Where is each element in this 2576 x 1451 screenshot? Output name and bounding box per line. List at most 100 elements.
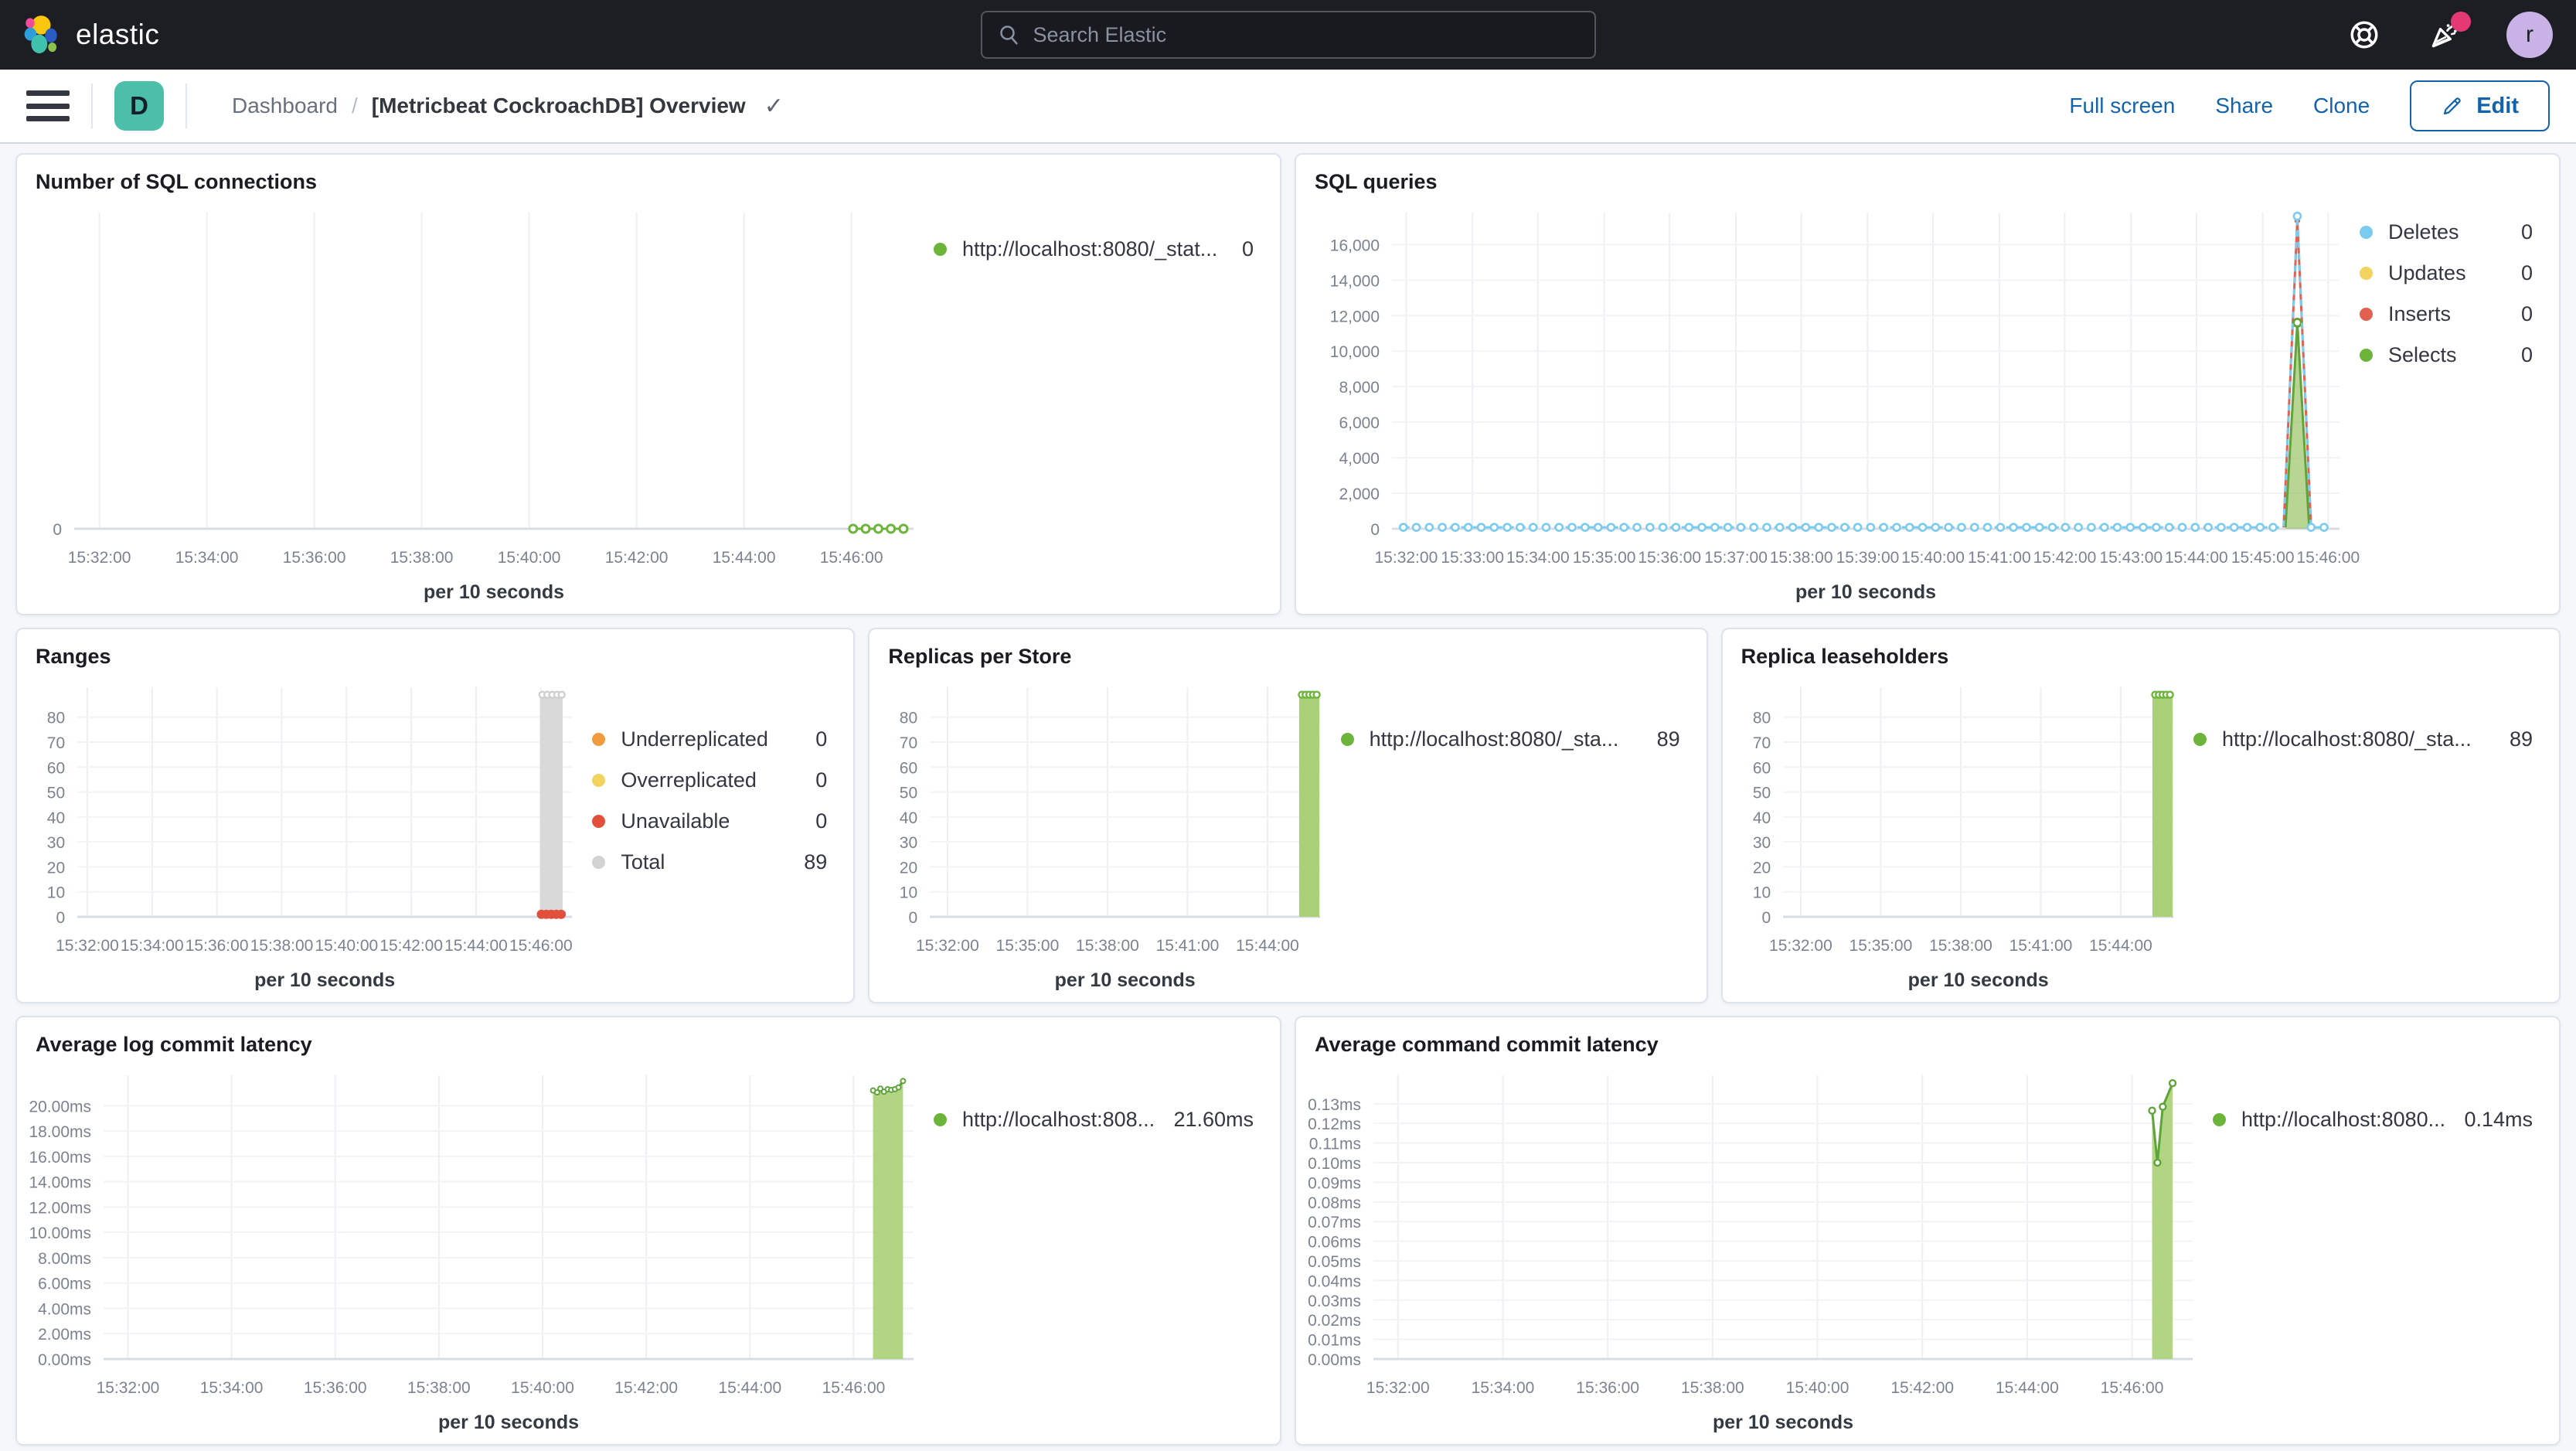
space-switcher[interactable]: D (114, 81, 164, 131)
svg-text:15:37:00: 15:37:00 (1704, 549, 1768, 567)
legend-series-value: 0 (1241, 237, 1254, 261)
svg-text:70: 70 (1752, 734, 1770, 752)
log-commit-latency-chart[interactable]: 0.00ms 2.00ms 4.00ms 6.00ms 8.00ms 10.00ms 12.… (23, 1060, 934, 1438)
panel-replicas-per-store: Replicas per Store 0 10 20 30 40 50 60 70 80 15:3… (868, 628, 1708, 1003)
help-button[interactable] (2346, 16, 2383, 53)
svg-text:10.00ms: 10.00ms (29, 1224, 91, 1242)
legend-series-dot (2193, 733, 2207, 746)
legend-series-value: 0 (2520, 302, 2533, 325)
legend-item[interactable]: Underreplicated 0 (592, 727, 827, 751)
legend-item[interactable]: Unavailable 0 (592, 809, 827, 833)
svg-text:10: 10 (47, 884, 65, 902)
replicas-per-store-chart[interactable]: 0 10 20 30 40 50 60 70 80 15:32:00 15:35:00 15:38:0… (876, 672, 1340, 996)
svg-text:15:46:00: 15:46:00 (820, 549, 883, 567)
svg-text:per 10 seconds: per 10 seconds (424, 581, 564, 603)
clone-button[interactable]: Clone (2313, 94, 2370, 118)
svg-text:0.11ms: 0.11ms (1309, 1136, 1361, 1153)
svg-text:15:40:00: 15:40:00 (511, 1379, 574, 1397)
brand-wordmark: elastic (76, 19, 160, 50)
space-initial: D (130, 91, 148, 120)
menu-button[interactable] (26, 90, 70, 121)
svg-text:15:46:00: 15:46:00 (2296, 549, 2360, 567)
full-screen-button[interactable]: Full screen (2069, 94, 2175, 118)
legend-item[interactable]: Overreplicated 0 (592, 768, 827, 792)
legend-item[interactable]: Inserts 0 (2360, 302, 2533, 326)
sql-queries-chart[interactable]: 0 2,000 4,000 6,000 8,000 10,000 12,000 14,000 1… (1302, 197, 2360, 608)
edit-button[interactable]: Edit (2410, 80, 2550, 131)
elastic-brand[interactable]: elastic (0, 14, 159, 56)
legend-item[interactable]: http://localhost:808... 21.60ms (934, 1108, 1254, 1132)
ranges-chart[interactable]: 0 10 20 30 40 50 60 70 80 15:32:00 15:34:00 15:36:0… (23, 672, 592, 996)
legend-series-dot (592, 774, 606, 787)
svg-text:0.12ms: 0.12ms (1308, 1115, 1361, 1133)
command-commit-latency-chart[interactable]: 0.00ms0.01ms 0.02ms 0.03ms 0.04ms0.05ms0.06… (1302, 1060, 2213, 1438)
life-ring-icon (2350, 21, 2378, 49)
svg-text:20: 20 (900, 859, 917, 877)
svg-text:15:42:00: 15:42:00 (605, 549, 669, 567)
user-avatar[interactable]: r (2506, 12, 2553, 58)
legend-item[interactable]: Total 89 (592, 850, 827, 874)
search-icon (999, 26, 1018, 45)
svg-text:15:35:00: 15:35:00 (1849, 937, 1912, 955)
svg-text:15:40:00: 15:40:00 (315, 937, 378, 955)
svg-text:4,000: 4,000 (1339, 450, 1380, 468)
breadcrumb-dashboard[interactable]: Dashboard (232, 94, 338, 118)
svg-text:15:34:00: 15:34:00 (1506, 549, 1570, 567)
svg-text:per 10 seconds: per 10 seconds (254, 969, 395, 991)
legend-series-dot (1340, 733, 1354, 746)
svg-text:0: 0 (53, 521, 62, 539)
news-button[interactable] (2426, 12, 2471, 53)
svg-text:15:46:00: 15:46:00 (822, 1379, 886, 1397)
sql-connections-chart[interactable]: 0 15:32:00 15:34:00 15:36:00 15:38:00 15:40:0… (23, 197, 934, 608)
svg-text:15:36:00: 15:36:00 (304, 1379, 367, 1397)
svg-text:15:36:00: 15:36:00 (1638, 549, 1701, 567)
legend-item[interactable]: http://localhost:8080/_stat... 0 (934, 237, 1254, 261)
chart-legend: Deletes 0 Updates 0 Inserts 0 Selects 0 (2360, 197, 2553, 608)
svg-text:0.07ms: 0.07ms (1308, 1214, 1361, 1231)
svg-text:16,000: 16,000 (1330, 237, 1380, 254)
svg-text:per 10 seconds: per 10 seconds (1795, 581, 1936, 603)
legend-item[interactable]: http://localhost:8080/_sta... 89 (1340, 727, 1680, 751)
legend-item[interactable]: Updates 0 (2360, 261, 2533, 285)
legend-item[interactable]: Deletes 0 (2360, 220, 2533, 244)
svg-text:per 10 seconds: per 10 seconds (438, 1412, 579, 1433)
svg-text:50: 50 (47, 785, 65, 802)
svg-text:15:32:00: 15:32:00 (1375, 549, 1438, 567)
chart-legend: http://localhost:8080/_sta... 89 (1340, 672, 1700, 996)
legend-series-label: http://localhost:808... (962, 1108, 1155, 1131)
page-title[interactable]: [Metricbeat CockroachDB] Overview (372, 94, 746, 118)
search-input[interactable] (1033, 22, 1579, 47)
panel-title: Replicas per Store (888, 645, 1072, 668)
svg-text:15:38:00: 15:38:00 (390, 549, 454, 567)
legend-series-label: http://localhost:8080... (2241, 1108, 2446, 1131)
toolbar-actions: Full screen Share Clone Edit (2069, 80, 2550, 131)
svg-text:6.00ms: 6.00ms (38, 1276, 91, 1293)
svg-text:15:35:00: 15:35:00 (1573, 549, 1636, 567)
panel-title: SQL queries (1315, 170, 1438, 193)
legend-item[interactable]: http://localhost:8080... 0.14ms (2213, 1108, 2533, 1132)
share-button[interactable]: Share (2215, 94, 2273, 118)
svg-text:15:34:00: 15:34:00 (1472, 1379, 1535, 1397)
svg-text:15:32:00: 15:32:00 (916, 937, 979, 955)
legend-item[interactable]: http://localhost:8080/_sta... 89 (2193, 727, 2533, 751)
svg-text:14.00ms: 14.00ms (29, 1174, 91, 1192)
svg-text:15:33:00: 15:33:00 (1441, 549, 1504, 567)
legend-series-label: Overreplicated (621, 768, 757, 792)
svg-text:15:43:00: 15:43:00 (2099, 549, 2163, 567)
header-icons: r (2346, 0, 2553, 70)
svg-text:15:40:00: 15:40:00 (1786, 1379, 1849, 1397)
svg-text:15:44:00: 15:44:00 (1236, 937, 1299, 955)
legend-series-label: Underreplicated (621, 727, 768, 751)
svg-text:0: 0 (56, 909, 65, 927)
legend-item[interactable]: Selects 0 (2360, 343, 2533, 367)
legend-series-dot (934, 1113, 947, 1126)
svg-text:15:32:00: 15:32:00 (97, 1379, 160, 1397)
replica-leaseholders-chart[interactable]: 0 10 20 30 40 50 60 70 80 15:32:00 15:35:00 15:38:0… (1729, 672, 2193, 996)
svg-text:2.00ms: 2.00ms (38, 1326, 91, 1344)
svg-text:20.00ms: 20.00ms (29, 1098, 91, 1115)
svg-text:0.00ms: 0.00ms (1308, 1351, 1361, 1369)
svg-text:8,000: 8,000 (1339, 379, 1380, 397)
svg-text:15:41:00: 15:41:00 (1968, 549, 2031, 567)
svg-text:60: 60 (1752, 759, 1770, 777)
global-search[interactable] (980, 11, 1596, 59)
